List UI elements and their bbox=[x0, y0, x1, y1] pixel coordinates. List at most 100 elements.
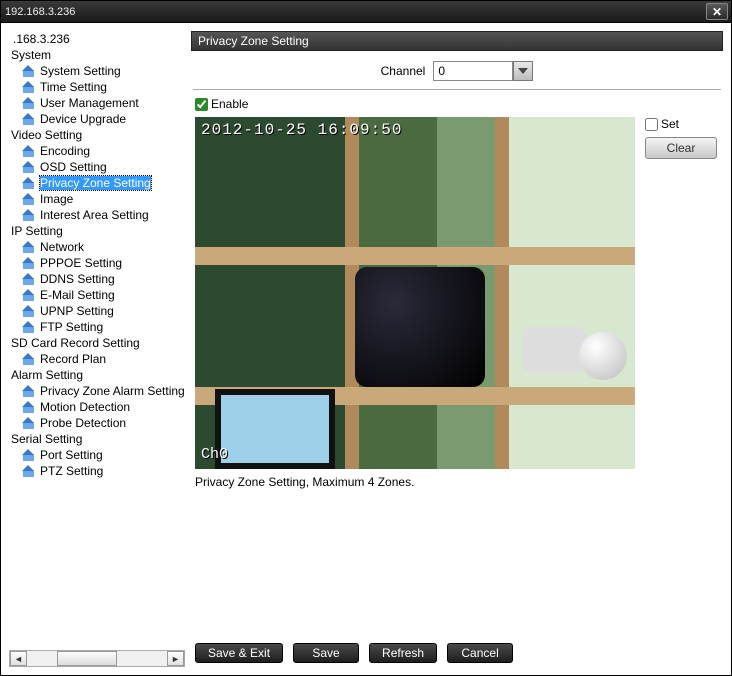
tree-item-label: PPPOE Setting bbox=[40, 256, 122, 270]
scroll-thumb[interactable] bbox=[57, 651, 117, 666]
tree-item[interactable]: Motion Detection bbox=[9, 399, 185, 415]
tree-item-label: Network bbox=[40, 240, 84, 254]
tree-item[interactable]: Privacy Zone Setting bbox=[9, 175, 185, 191]
tree-item-label: FTP Setting bbox=[40, 320, 103, 334]
close-button[interactable]: ✕ bbox=[706, 3, 728, 20]
tree-category[interactable]: Alarm Setting bbox=[9, 367, 185, 383]
enable-label: Enable bbox=[211, 97, 248, 111]
house-icon bbox=[23, 194, 36, 205]
tree-item[interactable]: UPNP Setting bbox=[9, 303, 185, 319]
tree-item[interactable]: User Management bbox=[9, 95, 185, 111]
tree-item[interactable]: Record Plan bbox=[9, 351, 185, 367]
tree-item-label: Record Plan bbox=[40, 352, 106, 366]
house-icon bbox=[23, 98, 36, 109]
content-row: 2012-10-25 16:09:50 Ch0 Set Clear bbox=[191, 117, 723, 469]
main-panel: Privacy Zone Setting Channel 0 Enable bbox=[191, 31, 723, 667]
sidebar: .168.3.236SystemSystem Setting Time Setti… bbox=[9, 31, 185, 667]
preview-channel-overlay: Ch0 bbox=[201, 446, 228, 463]
tree-item[interactable]: PPPOE Setting bbox=[9, 255, 185, 271]
set-checkbox[interactable] bbox=[645, 118, 658, 131]
preview-object bbox=[355, 267, 485, 387]
preview-shelf bbox=[195, 247, 635, 265]
tree-item-label: Time Setting bbox=[40, 80, 107, 94]
enable-checkbox[interactable] bbox=[195, 98, 208, 111]
panel-title: Privacy Zone Setting bbox=[198, 34, 309, 48]
preview-object bbox=[215, 389, 335, 469]
scroll-left-button[interactable]: ◄ bbox=[10, 651, 27, 666]
house-icon bbox=[23, 306, 36, 317]
tree-item-label: E-Mail Setting bbox=[40, 288, 115, 302]
tree-item[interactable]: Encoding bbox=[9, 143, 185, 159]
preview-shelf-divider bbox=[495, 117, 509, 469]
clear-button[interactable]: Clear bbox=[645, 137, 717, 159]
house-icon bbox=[23, 178, 36, 189]
enable-row: Enable bbox=[191, 95, 723, 117]
tree-item[interactable]: E-Mail Setting bbox=[9, 287, 185, 303]
tree-item-label: Privacy Zone Alarm Setting bbox=[40, 384, 185, 398]
tree-item[interactable]: Network bbox=[9, 239, 185, 255]
titlebar: 192.168.3.236 ✕ bbox=[1, 1, 731, 23]
house-icon bbox=[23, 82, 36, 93]
tree-item-label: Encoding bbox=[40, 144, 90, 158]
sidebar-hscrollbar[interactable]: ◄ ► bbox=[9, 650, 185, 667]
body: .168.3.236SystemSystem Setting Time Setti… bbox=[1, 23, 731, 675]
cancel-button[interactable]: Cancel bbox=[447, 643, 513, 663]
tree-item-label: Probe Detection bbox=[40, 416, 126, 430]
video-preview[interactable]: 2012-10-25 16:09:50 Ch0 bbox=[195, 117, 635, 469]
tree-category[interactable]: Video Setting bbox=[9, 127, 185, 143]
chevron-down-icon bbox=[518, 68, 528, 74]
channel-dropdown-button[interactable] bbox=[513, 61, 533, 81]
tree-item[interactable]: Port Setting bbox=[9, 447, 185, 463]
footer-buttons: Save & Exit Save Refresh Cancel bbox=[191, 637, 723, 667]
tree-item-label: Device Upgrade bbox=[40, 112, 126, 126]
house-icon bbox=[23, 274, 36, 285]
tree-item-label: PTZ Setting bbox=[40, 464, 103, 478]
save-exit-button[interactable]: Save & Exit bbox=[195, 643, 283, 663]
house-icon bbox=[23, 290, 36, 301]
save-button[interactable]: Save bbox=[293, 643, 359, 663]
tree-item[interactable]: FTP Setting bbox=[9, 319, 185, 335]
channel-label: Channel bbox=[381, 64, 426, 78]
tree-item[interactable]: Device Upgrade bbox=[9, 111, 185, 127]
tree-item-label: Motion Detection bbox=[40, 400, 130, 414]
house-icon bbox=[23, 466, 36, 477]
house-icon bbox=[23, 66, 36, 77]
preview-object bbox=[523, 327, 585, 372]
tree-item[interactable]: Interest Area Setting bbox=[9, 207, 185, 223]
tree-category[interactable]: SD Card Record Setting bbox=[9, 335, 185, 351]
house-icon bbox=[23, 114, 36, 125]
tree-root[interactable]: .168.3.236 bbox=[9, 31, 185, 47]
tree-item[interactable]: OSD Setting bbox=[9, 159, 185, 175]
tree-item[interactable]: DDNS Setting bbox=[9, 271, 185, 287]
tree-category[interactable]: Serial Setting bbox=[9, 431, 185, 447]
tree-item[interactable]: Privacy Zone Alarm Setting bbox=[9, 383, 185, 399]
tree-item-label: System Setting bbox=[40, 64, 121, 78]
scroll-track[interactable] bbox=[27, 651, 167, 666]
set-row: Set bbox=[645, 117, 679, 131]
house-icon bbox=[23, 146, 36, 157]
tree-item[interactable]: Time Setting bbox=[9, 79, 185, 95]
house-icon bbox=[23, 162, 36, 173]
house-icon bbox=[23, 354, 36, 365]
house-icon bbox=[23, 418, 36, 429]
tree-category[interactable]: System bbox=[9, 47, 185, 63]
nav-tree: .168.3.236SystemSystem Setting Time Setti… bbox=[9, 31, 185, 646]
tree-category[interactable]: IP Setting bbox=[9, 223, 185, 239]
window-title: 192.168.3.236 bbox=[5, 6, 75, 18]
refresh-button[interactable]: Refresh bbox=[369, 643, 437, 663]
tree-item[interactable]: Probe Detection bbox=[9, 415, 185, 431]
house-icon bbox=[23, 210, 36, 221]
tree-item-label: DDNS Setting bbox=[40, 272, 115, 286]
tree-item[interactable]: Image bbox=[9, 191, 185, 207]
tree-item[interactable]: PTZ Setting bbox=[9, 463, 185, 479]
scroll-right-button[interactable]: ► bbox=[167, 651, 184, 666]
channel-select[interactable]: 0 bbox=[433, 61, 533, 81]
preview-object bbox=[579, 332, 627, 380]
tree-item-label: Image bbox=[40, 192, 73, 206]
tree-item[interactable]: System Setting bbox=[9, 63, 185, 79]
channel-value[interactable]: 0 bbox=[433, 61, 513, 81]
tree-item-label: UPNP Setting bbox=[40, 304, 114, 318]
house-icon bbox=[23, 242, 36, 253]
panel-header: Privacy Zone Setting bbox=[191, 31, 723, 51]
tree-item-label: Interest Area Setting bbox=[40, 208, 149, 222]
